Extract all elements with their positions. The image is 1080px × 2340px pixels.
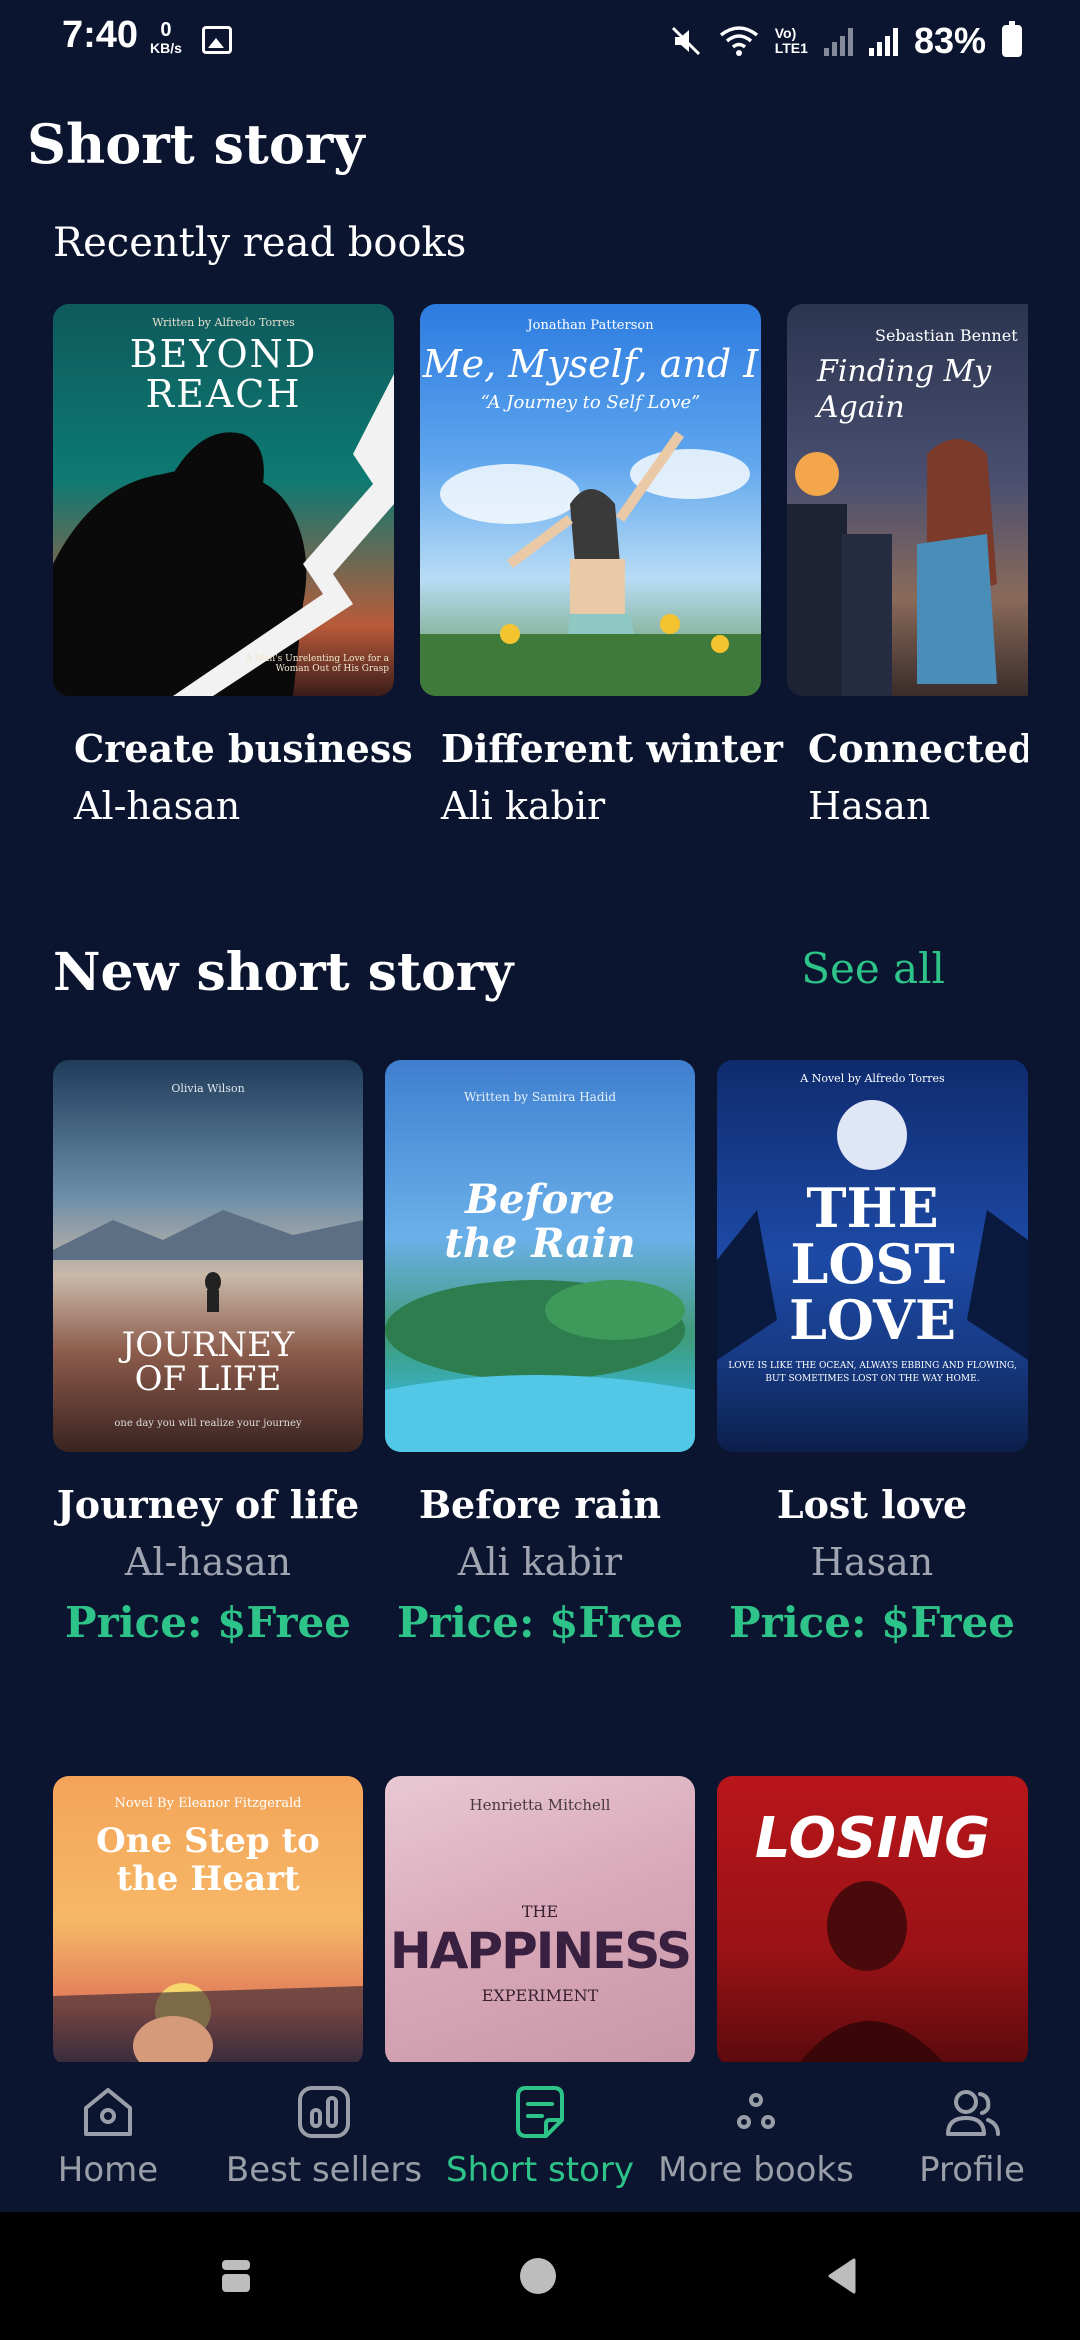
content-area: Recently read books Written by Alfredo T…: [0, 0, 1028, 2340]
nav-home[interactable]: Home: [0, 2062, 216, 2212]
girl-illustration: [420, 431, 761, 696]
cover-subtitle: EXPERIMENT: [481, 1986, 599, 2005]
home-button-icon[interactable]: [518, 2256, 558, 2296]
status-time: 7:40: [62, 14, 139, 56]
nav-profile[interactable]: Profile: [864, 2062, 1080, 2212]
book-title[interactable]: Different winter: [441, 726, 783, 771]
cover-title: THE LOST LOVE: [788, 1176, 957, 1352]
book-cover[interactable]: Olivia Wilson JOURNEY OF LIFE one day yo…: [53, 1060, 363, 1452]
recently-read-title: Recently read books: [53, 220, 467, 266]
cover-author: Henrietta Mitchell: [469, 1796, 611, 1814]
gallery-notification-icon: [202, 26, 232, 54]
city-illustration: [787, 439, 997, 696]
nav-best-sellers[interactable]: Best sellers: [216, 2062, 432, 2212]
book-cover[interactable]: Henrietta Mitchell THE HAPPINESS EXPERIM…: [385, 1776, 695, 2066]
battery-icon: [1002, 21, 1022, 57]
cover-title: HAPPINESS: [389, 1922, 692, 1980]
nav-label: Home: [57, 2150, 159, 2190]
book-author: Ali kabir: [457, 1540, 623, 1584]
book-title[interactable]: Create business: [74, 726, 413, 771]
book-title[interactable]: Connected w: [808, 726, 1028, 771]
wifi-icon: [719, 26, 758, 56]
net-speed: 0 KB/s: [150, 20, 182, 56]
nav-short-story[interactable]: Short story: [432, 2062, 648, 2212]
dots-icon: [737, 2093, 775, 2129]
book-price: Price: $Free: [65, 1598, 351, 1647]
page-title: Short story: [27, 112, 365, 176]
book-title[interactable]: Before rain: [384, 1482, 696, 1527]
cover-title: JOURNEY OF LIFE: [121, 1325, 295, 1399]
cover-tagline: LOVE IS LIKE THE OCEAN, ALWAYS EBBING AN…: [728, 1361, 1017, 1384]
book-price: Price: $Free: [729, 1598, 1015, 1647]
book-cover[interactable]: Written by Alfredo Torres BEYOND REACH A…: [53, 304, 394, 696]
battery-percent: 83%: [913, 20, 986, 61]
mute-icon: [671, 26, 700, 56]
cover-title-small: THE: [521, 1902, 559, 1921]
couple-illustration: [53, 1983, 363, 2066]
figure-illustration: [797, 1881, 947, 2066]
nav-label: More books: [658, 2150, 854, 2190]
nav-label: Best sellers: [225, 2150, 423, 2190]
book-cover[interactable]: Sebastian Bennet Finding My Again: [787, 304, 1028, 696]
back-icon[interactable]: [822, 2256, 862, 2296]
book-title[interactable]: Journey of life: [52, 1482, 364, 1527]
signal-icon: [823, 26, 853, 56]
forest-illustration: [385, 1280, 695, 1452]
system-navigation-bar: [0, 2212, 1080, 2340]
home-icon: [84, 2088, 132, 2136]
book-price: Price: $Free: [397, 1598, 683, 1647]
cover-tagline: A Man's Unrelenting Love for a Woman Out…: [245, 654, 389, 674]
book-author: Hasan: [810, 1540, 934, 1584]
lte-bottom: LTE1: [774, 40, 808, 56]
users-icon: [946, 2090, 1000, 2136]
book-cover[interactable]: Jonathan Patterson Me, Myself, and I “A …: [420, 304, 761, 696]
bottom-navigation: Home Best sellers Short story More books: [0, 2062, 1080, 2212]
book-author: Al-hasan: [124, 1540, 292, 1584]
signal-icon-2: [868, 26, 898, 56]
book-cover[interactable]: LOSING: [717, 1776, 1028, 2066]
recent-apps-icon[interactable]: [216, 2256, 256, 2296]
status-bar: 7:40 0 KB/s Vo) LTE1 83%: [0, 0, 1080, 80]
lte-indicator: Vo) LTE1: [775, 26, 808, 56]
new-short-story-title: New short story: [53, 942, 514, 1003]
see-all-link[interactable]: See all: [801, 944, 945, 993]
nav-label: Profile: [919, 2150, 1025, 2190]
lte-top: Vo): [774, 25, 797, 41]
nav-label: Short story: [446, 2150, 634, 2190]
document-icon: [516, 2086, 564, 2138]
silhouette-illustration: [53, 374, 394, 696]
book-author: Hasan: [808, 784, 931, 828]
net-speed-value: 0: [160, 19, 172, 41]
book-cover[interactable]: Novel By Eleanor Fitzgerald One Step to …: [53, 1776, 363, 2066]
book-title[interactable]: Lost love: [716, 1482, 1028, 1527]
net-speed-unit: KB/s: [150, 40, 182, 56]
nav-more-books[interactable]: More books: [648, 2062, 864, 2212]
chart-icon: [298, 2086, 350, 2138]
book-author: Ali kabir: [441, 784, 606, 828]
book-cover[interactable]: A Novel by Alfredo Torres THE LOST LOVE …: [717, 1060, 1028, 1452]
book-cover[interactable]: Written by Samira Hadid Before the Rain: [385, 1060, 695, 1452]
book-author: Al-hasan: [74, 784, 241, 828]
cover-tagline: one day you will realize your journey: [114, 1418, 302, 1429]
